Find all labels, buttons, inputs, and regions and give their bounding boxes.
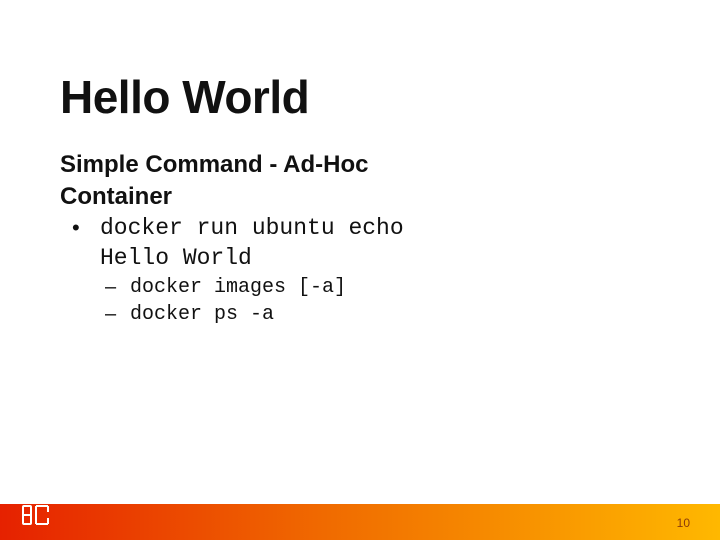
page-number: 10 <box>677 516 690 530</box>
bullet-level2-a: docker images [-a] <box>60 274 660 301</box>
slide-subtitle-line1: Simple Command - Ad-Hoc <box>60 150 660 180</box>
bullet-l1-text-line1: docker run ubuntu echo <box>100 215 404 241</box>
bullet-level2-b: docker ps -a <box>60 301 660 328</box>
slide-content: Hello World Simple Command - Ad-Hoc Cont… <box>0 0 720 328</box>
slide-title: Hello World <box>60 70 660 124</box>
footer-bar: 10 <box>0 504 720 540</box>
bullet-l1-text-line2: Hello World <box>100 245 252 271</box>
slide: Hello World Simple Command - Ad-Hoc Cont… <box>0 0 720 540</box>
logo-icon <box>22 503 50 532</box>
bullet-level1: docker run ubuntu echo Hello World <box>60 214 660 274</box>
slide-subtitle-line2: Container <box>60 182 660 212</box>
